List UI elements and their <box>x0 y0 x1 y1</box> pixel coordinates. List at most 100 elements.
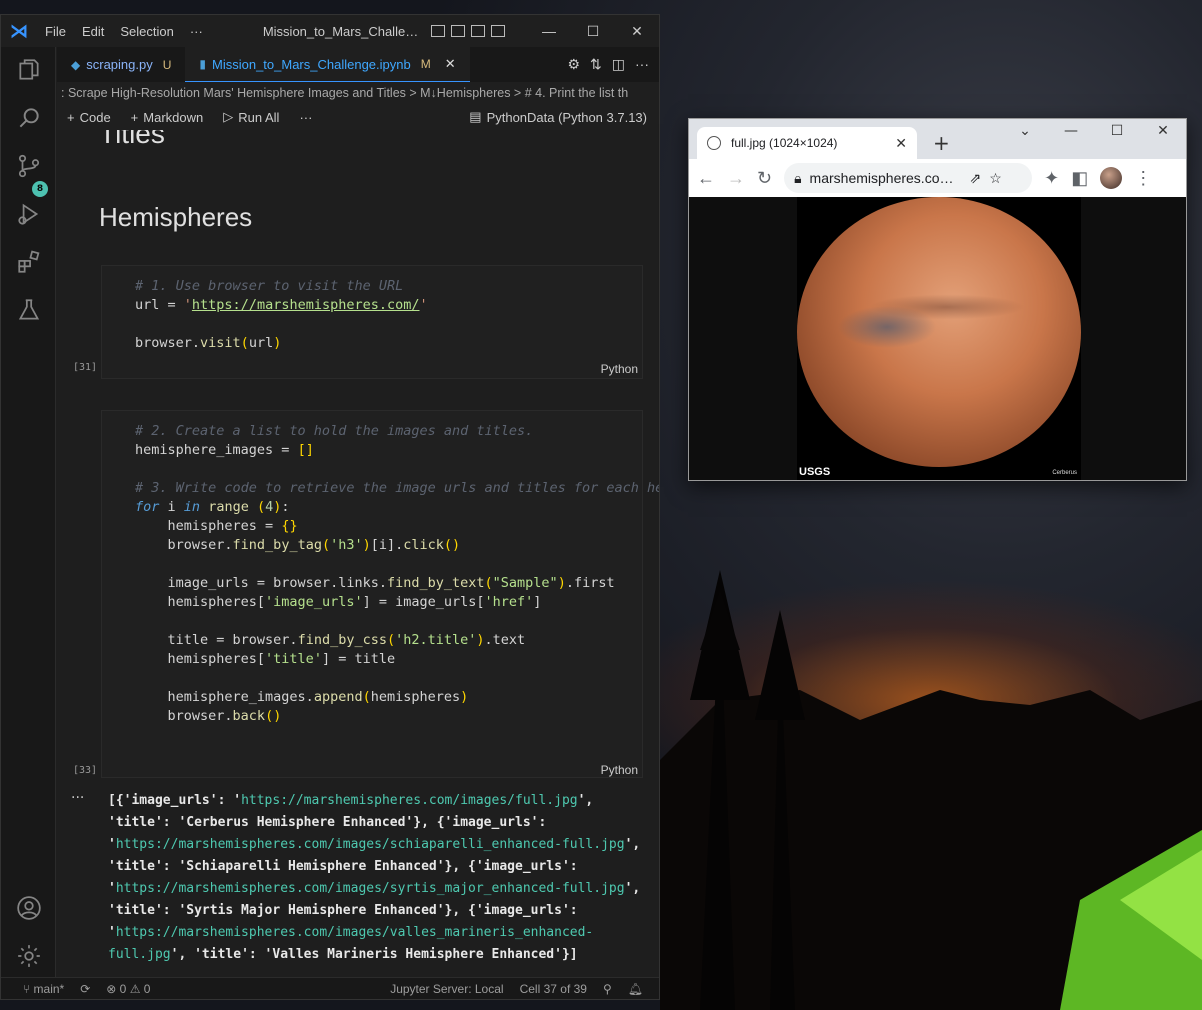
testing-icon[interactable] <box>16 297 42 323</box>
tab-label: scraping.py <box>86 57 153 72</box>
minimize-button[interactable]: — <box>527 23 571 40</box>
cell-language-label[interactable]: Python <box>601 763 638 777</box>
kernel-icon: ▤ <box>469 109 482 124</box>
breadcrumb[interactable]: : Scrape High-Resolution Mars' Hemispher… <box>57 82 659 104</box>
run-all-button[interactable]: ▷ Run All <box>213 109 289 125</box>
settings-gear-icon[interactable] <box>16 943 42 969</box>
menu-selection[interactable]: Selection <box>112 24 181 39</box>
sync-icon[interactable]: ⟳ <box>80 982 90 996</box>
chrome-toolbar: ← → ↻ 🔒︎ marshemispheres.com... ⇗ ☆ ✦ ◧ … <box>689 159 1186 197</box>
notebook-toolbar: + Code + Markdown ▷ Run All ··· ▤ PythonData… <box>57 104 659 130</box>
toolbar-more-button[interactable]: ··· <box>289 110 322 125</box>
profile-avatar[interactable] <box>1100 167 1123 189</box>
chrome-menu-icon[interactable]: ⋮ <box>1134 168 1152 189</box>
globe-icon <box>707 136 721 150</box>
output-url[interactable]: https://marshemispheres.com/images/schia… <box>116 837 625 852</box>
address-bar[interactable]: 🔒︎ marshemispheres.com... ⇗ ☆ <box>784 163 1033 193</box>
output-actions-button[interactable]: ··· <box>71 790 84 806</box>
editor-tabs: ◆ scraping.py U ▮ Mission_to_Mars_Challe… <box>57 47 659 82</box>
maximize-button[interactable]: ☐ <box>571 23 615 40</box>
bookmark-star-icon[interactable]: ☆ <box>989 170 1002 187</box>
execution-count: [33] <box>73 765 98 776</box>
cell-language-label[interactable]: Python <box>601 362 638 376</box>
tab-notebook[interactable]: ▮ Mission_to_Mars_Challenge.ipynb M ✕ <box>185 47 470 82</box>
layout-controls <box>430 25 505 37</box>
cell-output: [{'image_urls': 'https://marshemispheres… <box>108 793 641 962</box>
toggle-panel-icon[interactable] <box>450 25 465 37</box>
cell-source[interactable]: # 2. Create a list to hold the images an… <box>102 411 659 726</box>
menu-edit[interactable]: Edit <box>74 24 112 39</box>
add-code-cell-button[interactable]: + Code <box>57 110 121 125</box>
code-cell-31[interactable]: # 1. Use browser to visit the URL url = … <box>101 265 643 379</box>
tab-status: U <box>162 57 172 72</box>
markdown-hemispheres-heading: Hemispheres <box>99 202 253 232</box>
code-cell-33[interactable]: # 2. Create a list to hold the images an… <box>101 410 659 778</box>
address-text[interactable]: marshemispheres.com... <box>810 170 962 186</box>
browser-tab-title: full.jpg (1024×1024) <box>731 136 838 150</box>
chrome-tabstrip: full.jpg (1024×1024) ✕ + ⌄ — ☐ ✕ <box>689 119 1186 159</box>
jupyter-server-status[interactable]: Jupyter Server: Local <box>390 982 503 996</box>
back-icon[interactable]: ← <box>697 168 715 189</box>
execution-count: [31] <box>73 362 98 373</box>
plus-icon: + <box>67 109 75 125</box>
chrome-window: full.jpg (1024×1024) ✕ + ⌄ — ☐ ✕ ← → ↻ 🔒… <box>688 118 1187 481</box>
output-url[interactable]: https://marshemispheres.com/images/full.… <box>241 793 578 808</box>
image-caption: Cerberus <box>1052 470 1077 476</box>
gear-icon[interactable]: ⚙ <box>567 56 580 73</box>
share-icon[interactable]: ⇗ <box>970 170 982 187</box>
menu-file[interactable]: File <box>37 24 74 39</box>
extensions-puzzle-icon[interactable]: ✦ <box>1044 168 1059 189</box>
lock-icon: 🔒︎ <box>794 169 802 186</box>
minimize-button[interactable]: — <box>1048 123 1094 139</box>
add-markdown-cell-button[interactable]: + Markdown <box>121 110 214 125</box>
cell-position[interactable]: Cell 37 of 39 <box>520 982 587 996</box>
status-right: Jupyter Server: Local Cell 37 of 39 ⚲ 🔔︎ <box>390 982 659 996</box>
more-actions-icon[interactable]: ··· <box>635 56 649 73</box>
reload-icon[interactable]: ↻ <box>757 168 772 189</box>
problems-indicator[interactable]: ⊗ 0 ⚠ 0 <box>106 982 150 996</box>
source-control-badge: 8 <box>32 181 48 197</box>
usgs-logo: USGS <box>799 466 831 478</box>
python-file-icon: ◆ <box>71 57 81 72</box>
customize-layout-icon[interactable] <box>490 25 505 37</box>
plus-icon: + <box>130 109 139 125</box>
window-title: Mission_to_Mars_Challenge... <box>262 23 423 39</box>
close-tab-icon[interactable]: ✕ <box>895 135 907 152</box>
markdown-titles-heading: Titles <box>99 130 165 149</box>
extensions-icon[interactable] <box>16 249 42 275</box>
search-icon[interactable] <box>16 105 42 131</box>
play-icon: ▷ <box>223 109 234 124</box>
toggle-sidebar-icon[interactable] <box>430 25 445 37</box>
menu-more[interactable]: ··· <box>182 24 211 39</box>
tab-status: M <box>420 57 431 71</box>
run-debug-icon[interactable] <box>16 201 42 227</box>
close-button[interactable]: ✕ <box>615 23 659 40</box>
tab-label: Mission_to_Mars_Challenge.ipynb <box>212 56 411 72</box>
notebook-editor: Titles Hemispheres # 1. Use browser to v… <box>57 130 659 977</box>
accounts-icon[interactable] <box>16 895 42 921</box>
notifications-bell-icon[interactable]: 🔔︎ <box>628 982 643 996</box>
mars-planet <box>797 197 1081 467</box>
compare-icon[interactable]: ⇅ <box>590 56 602 73</box>
side-panel-icon[interactable]: ◧ <box>1071 168 1088 189</box>
tab-search-icon[interactable]: ⌄ <box>1002 123 1048 139</box>
browser-tab[interactable]: full.jpg (1024×1024) ✕ <box>697 127 917 159</box>
close-button[interactable]: ✕ <box>1140 123 1186 139</box>
git-branch[interactable]: ⑂ main* <box>23 982 64 996</box>
feedback-icon[interactable]: ⚲ <box>603 982 612 996</box>
explorer-icon[interactable] <box>16 57 42 83</box>
split-editor-icon[interactable]: ◫ <box>612 56 625 73</box>
cell-source[interactable]: # 1. Use browser to visit the URL url = … <box>102 266 642 353</box>
window-controls: — ☐ ✕ <box>527 23 659 40</box>
vscode-window: ⋊ File Edit Selection ··· Mission_to_Mar… <box>0 14 660 1000</box>
toggle-secondary-sidebar-icon[interactable] <box>470 25 485 37</box>
tab-scraping-py[interactable]: ◆ scraping.py U <box>57 47 185 82</box>
source-control-icon[interactable] <box>16 153 42 179</box>
mars-hemisphere-image: USGS Cerberus <box>797 197 1081 480</box>
output-url[interactable]: https://marshemispheres.com/images/syrti… <box>116 881 625 896</box>
forward-icon[interactable]: → <box>727 168 745 189</box>
maximize-button[interactable]: ☐ <box>1094 123 1140 139</box>
new-tab-button[interactable]: + <box>933 131 950 155</box>
kernel-picker[interactable]: ▤ PythonData (Python 3.7.13) <box>459 109 659 125</box>
close-tab-icon[interactable]: ✕ <box>445 56 456 72</box>
